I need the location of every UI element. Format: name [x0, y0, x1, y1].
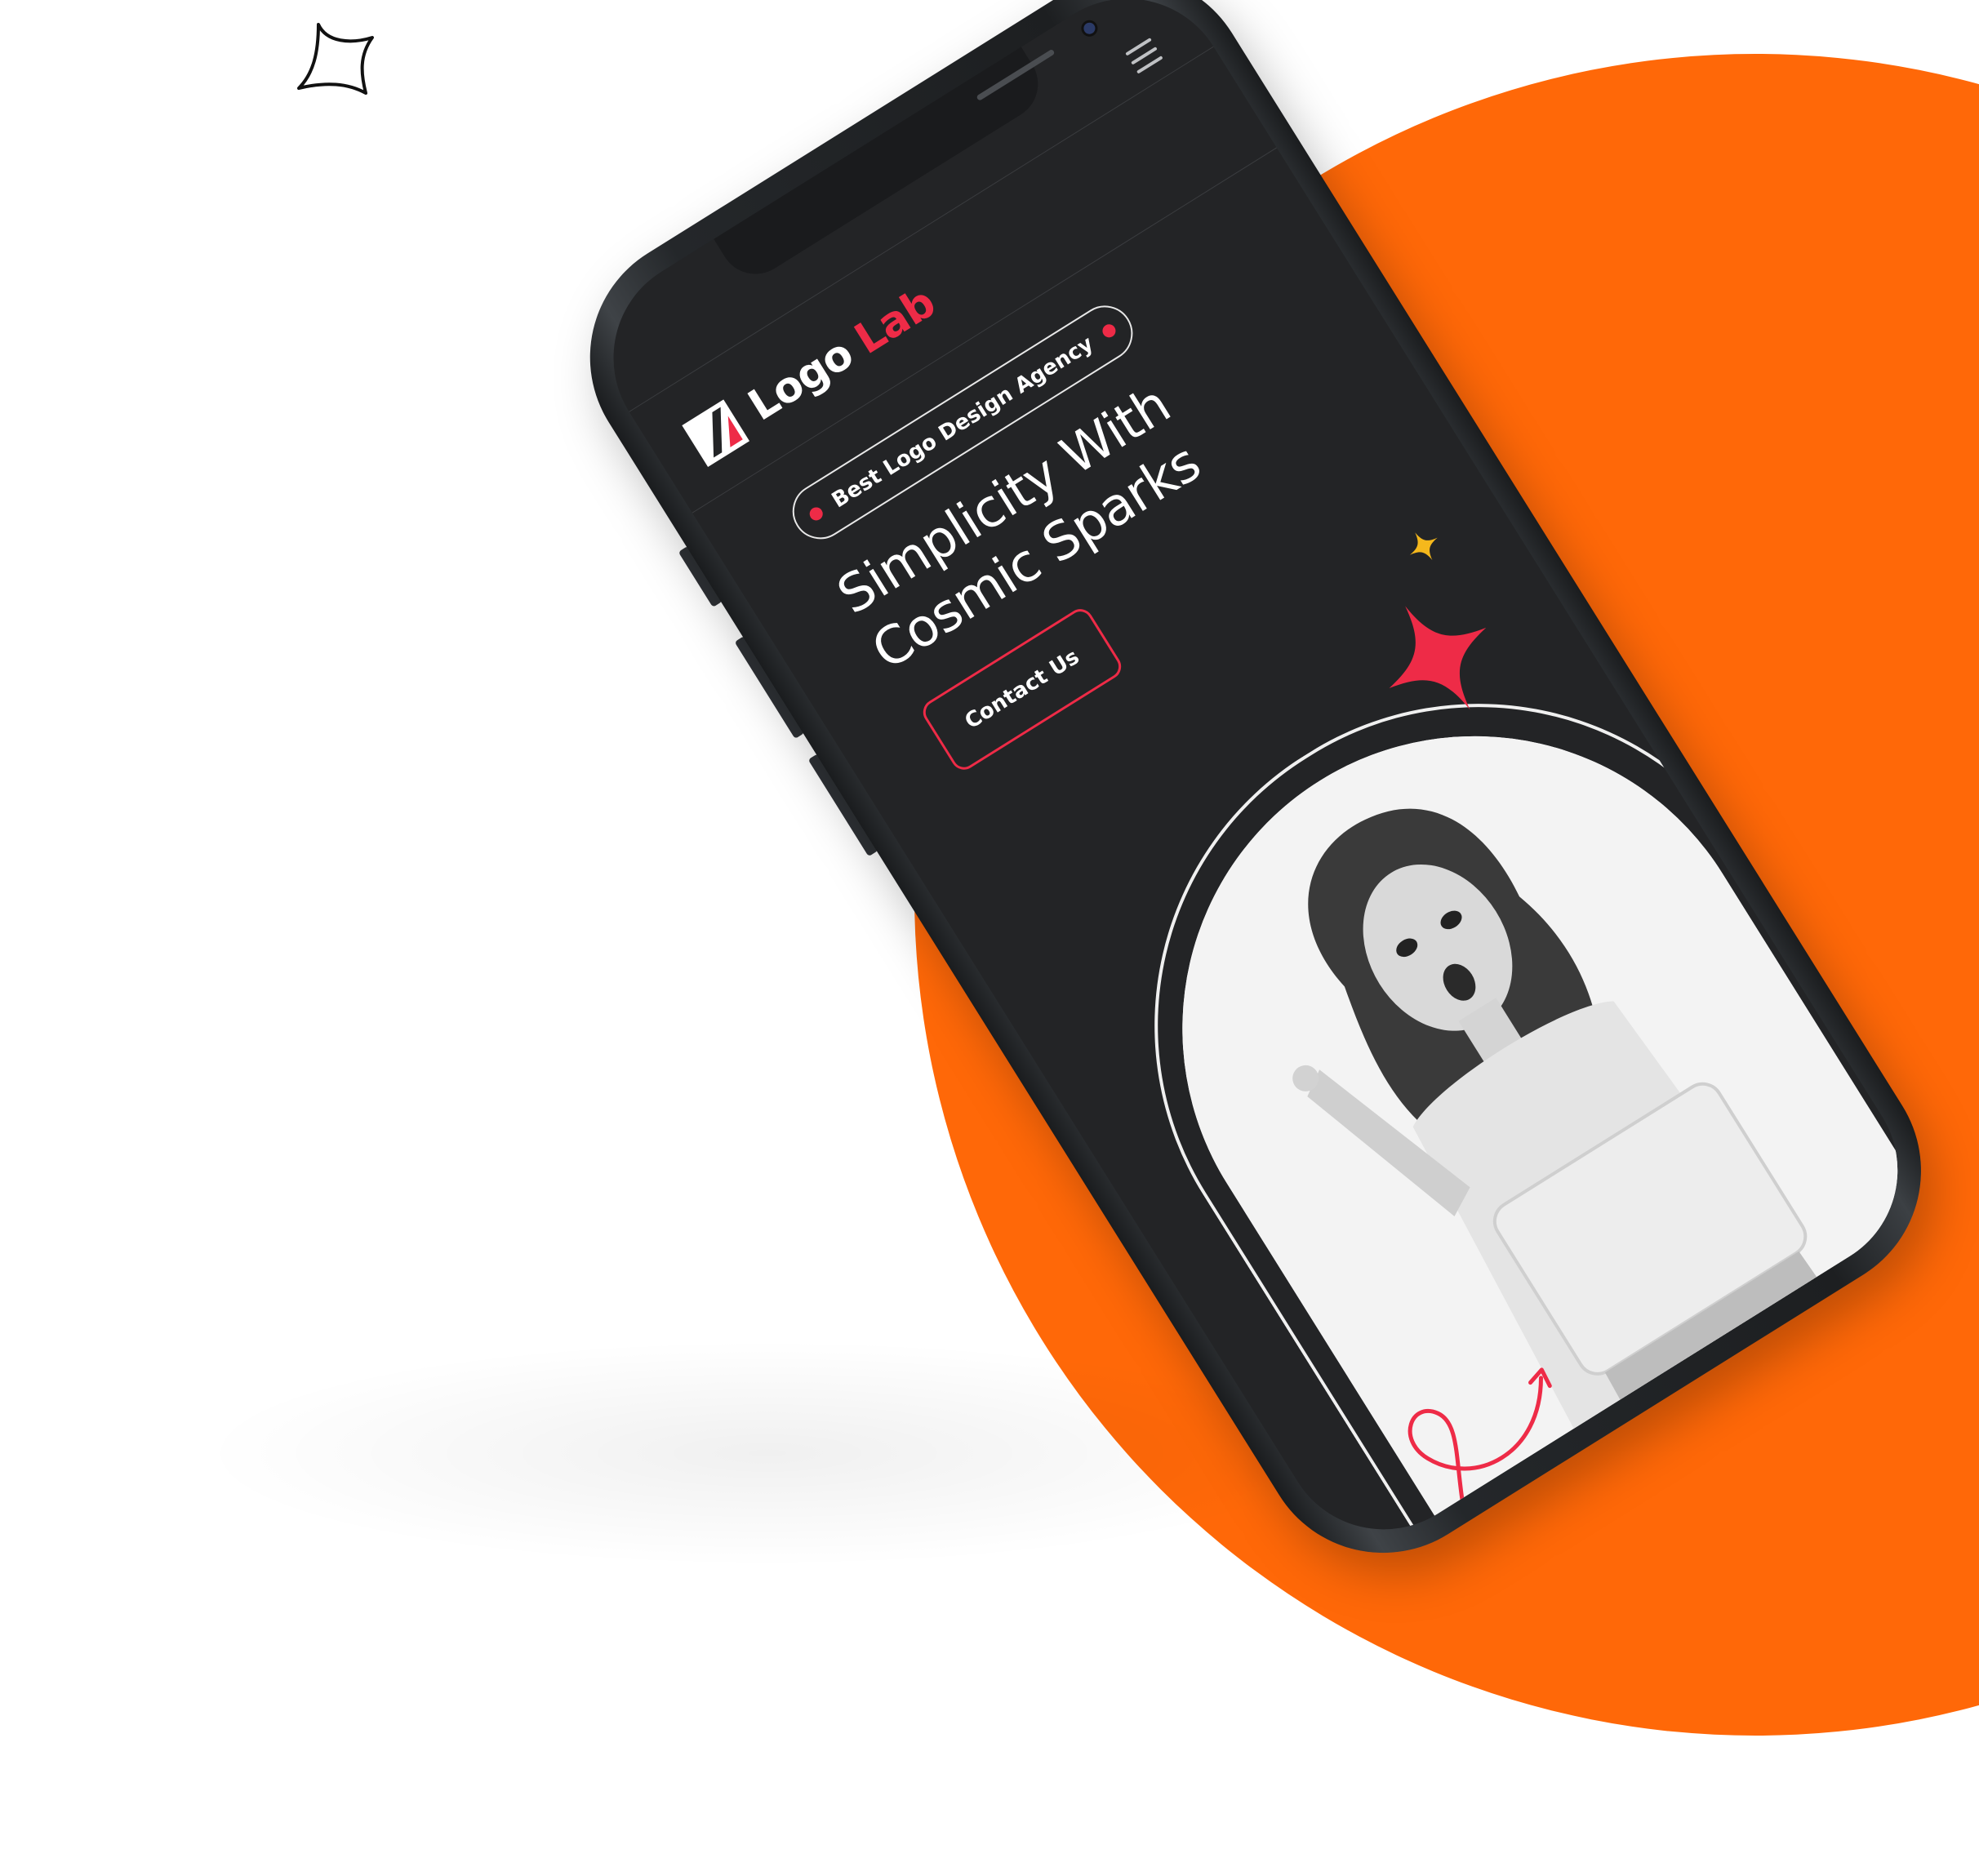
phone-notch — [714, 20, 1098, 288]
badge-dot-left — [807, 505, 825, 523]
logo-wordmark: LogoLab — [740, 278, 944, 431]
logo-word-logo: Logo — [740, 329, 862, 431]
badge-dot-right — [1100, 322, 1118, 340]
logo-mark-icon — [682, 399, 750, 468]
phone-shadow — [196, 1339, 1339, 1567]
logo-word-lab: Lab — [847, 278, 944, 364]
mockup-canvas: LogoLab Best Logo Design Agency Simplici… — [0, 0, 1979, 1876]
hamburger-menu-icon[interactable] — [1125, 38, 1163, 74]
front-camera — [1081, 20, 1098, 37]
sparkle-outline-icon — [297, 23, 374, 95]
small-star-icon — [1409, 532, 1438, 561]
